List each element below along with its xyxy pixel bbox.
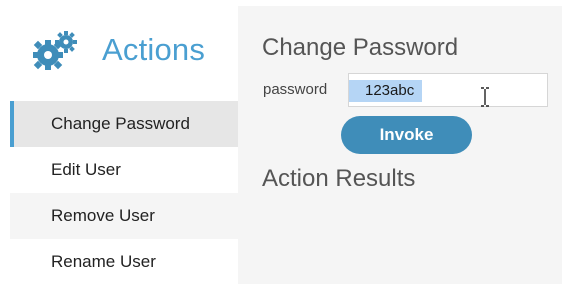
gears-icon [33,31,77,70]
password-label: password [263,81,328,98]
results-title: Action Results [262,165,416,192]
sidebar: Actions Change Password Edit User Remove… [0,0,238,284]
password-value-selected: 123abc [349,80,423,102]
text-cursor-icon [481,87,489,107]
action-panel: Change Password password 123abc Invoke A… [238,6,562,284]
sidebar-item-edit-user[interactable]: Edit User [10,147,238,193]
actions-page: Actions Change Password Edit User Remove… [0,0,562,284]
sidebar-header: Actions [0,0,238,100]
panel-title: Change Password [262,34,459,61]
sidebar-title: Actions [102,32,206,67]
invoke-button[interactable]: Invoke [341,116,472,154]
sidebar-item-rename-user[interactable]: Rename User [10,239,238,284]
sidebar-item-change-password[interactable]: Change Password [10,101,238,147]
sidebar-item-remove-user[interactable]: Remove User [10,193,238,239]
